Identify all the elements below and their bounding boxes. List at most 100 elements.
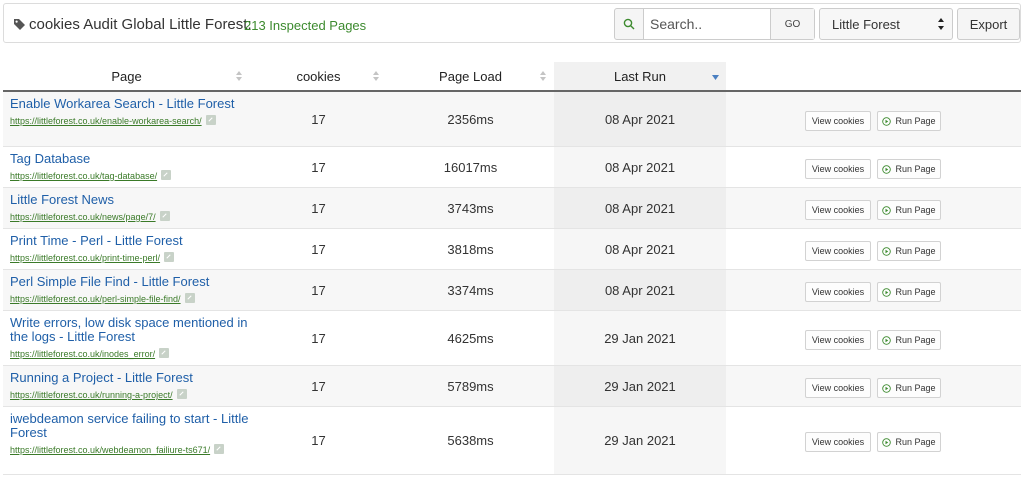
page-url-link[interactable]: https://littleforest.co.uk/enable-workar…	[10, 116, 202, 126]
page-title-link[interactable]: Tag Database	[10, 152, 250, 166]
page-title-link[interactable]: Running a Project - Little Forest	[10, 371, 250, 385]
view-cookies-button[interactable]: View cookies	[805, 330, 871, 350]
go-button[interactable]: GO	[771, 9, 814, 39]
view-cookies-button[interactable]: View cookies	[805, 378, 871, 398]
play-circle-icon	[882, 164, 892, 174]
column-header-page[interactable]: Page	[3, 62, 250, 90]
cell-cookies: 17	[311, 379, 326, 394]
column-header-cookies[interactable]: cookies	[250, 62, 387, 90]
cell-page: Write errors, low disk space mentioned i…	[10, 316, 250, 362]
tag-icon	[14, 19, 25, 30]
table-row: Tag Database https://littleforest.co.uk/…	[3, 147, 1021, 188]
cell-last-run: 08 Apr 2021	[604, 201, 676, 216]
play-circle-icon	[882, 205, 892, 215]
view-cookies-button[interactable]: View cookies	[805, 111, 871, 131]
cell-cookies: 17	[311, 201, 326, 216]
inspected-count: 213 Inspected Pages	[244, 18, 367, 33]
page-url-link[interactable]: https://littleforest.co.uk/webdeamon_fai…	[10, 445, 210, 455]
page-url-link[interactable]: https://littleforest.co.uk/perl-simple-f…	[10, 294, 181, 304]
table-body: Enable Workarea Search - Little Forest h…	[3, 92, 1021, 475]
play-circle-icon	[882, 335, 892, 345]
column-header-label: Last Run	[613, 68, 667, 84]
view-cookies-button[interactable]: View cookies	[805, 282, 871, 302]
page-url-link[interactable]: https://littleforest.co.uk/print-time-pe…	[10, 253, 160, 263]
cell-page: Perl Simple File Find - Little Forest ht…	[10, 275, 250, 307]
view-cookies-label: View cookies	[811, 246, 865, 256]
cell-last-run: 29 Jan 2021	[604, 379, 676, 394]
search-group: GO	[614, 8, 815, 40]
external-link-icon[interactable]	[176, 389, 187, 399]
page-url-link[interactable]: https://littleforest.co.uk/running-a-pro…	[10, 390, 173, 400]
run-page-button[interactable]: Run Page	[877, 159, 941, 179]
cell-cookies: 17	[311, 433, 326, 448]
cell-page-load: 5789ms	[447, 379, 494, 394]
view-cookies-label: View cookies	[811, 164, 865, 174]
cell-page: Tag Database https://littleforest.co.uk/…	[10, 152, 250, 184]
view-cookies-label: View cookies	[811, 335, 865, 345]
view-cookies-label: View cookies	[811, 205, 865, 215]
site-select[interactable]: Little Forest	[819, 8, 953, 40]
external-link-icon[interactable]	[159, 211, 170, 221]
report-header: cookies Audit Global Little Forest: 213 …	[3, 3, 1021, 43]
sort-icon	[236, 71, 242, 81]
cell-page: Print Time - Perl - Little Forest https:…	[10, 234, 250, 266]
page-title-link[interactable]: Print Time - Perl - Little Forest	[10, 234, 250, 248]
pages-table: Page cookies Page Load Last Run Enable W…	[3, 62, 1021, 475]
column-header-last-run[interactable]: Last Run	[554, 62, 726, 90]
search-input[interactable]	[643, 9, 771, 39]
table-header: Page cookies Page Load Last Run	[3, 62, 1021, 92]
cell-last-run: 08 Apr 2021	[604, 160, 676, 175]
cell-page-load: 3374ms	[447, 283, 494, 298]
cell-cookies: 17	[311, 331, 326, 346]
run-page-button[interactable]: Run Page	[877, 241, 941, 261]
external-link-icon[interactable]	[205, 115, 216, 125]
table-row: Print Time - Perl - Little Forest https:…	[3, 229, 1021, 270]
select-arrows-icon	[938, 18, 944, 30]
page-title-link[interactable]: Write errors, low disk space mentioned i…	[10, 316, 250, 344]
view-cookies-button[interactable]: View cookies	[805, 159, 871, 179]
cell-cookies: 17	[311, 242, 326, 257]
page-title-link[interactable]: Perl Simple File Find - Little Forest	[10, 275, 250, 289]
run-page-button[interactable]: Run Page	[877, 200, 941, 220]
run-page-label: Run Page	[895, 246, 936, 256]
site-select-value: Little Forest	[832, 17, 900, 32]
run-page-button[interactable]: Run Page	[877, 282, 941, 302]
cell-cookies: 17	[311, 112, 326, 127]
external-link-icon[interactable]	[164, 252, 175, 262]
cell-page-load: 16017ms	[443, 160, 498, 175]
run-page-label: Run Page	[895, 287, 936, 297]
export-button[interactable]: Export	[957, 8, 1020, 40]
view-cookies-button[interactable]: View cookies	[805, 432, 871, 452]
view-cookies-label: View cookies	[811, 116, 865, 126]
column-header-page-load[interactable]: Page Load	[387, 62, 554, 90]
sort-icon	[540, 71, 546, 81]
cell-page: Enable Workarea Search - Little Forest h…	[10, 97, 250, 129]
run-page-button[interactable]: Run Page	[877, 111, 941, 131]
search-icon[interactable]	[615, 9, 643, 39]
page-url-link[interactable]: https://littleforest.co.uk/news/page/7/	[10, 212, 156, 222]
cell-page: Little Forest News https://littleforest.…	[10, 193, 250, 225]
table-row: iwebdeamon service failing to start - Li…	[3, 407, 1021, 475]
page-url-link[interactable]: https://littleforest.co.uk/tag-database/	[10, 171, 157, 181]
external-link-icon[interactable]	[161, 170, 172, 180]
view-cookies-button[interactable]: View cookies	[805, 241, 871, 261]
page-url-link[interactable]: https://littleforest.co.uk/inodes_error/	[10, 349, 155, 359]
page-title-link[interactable]: Little Forest News	[10, 193, 250, 207]
play-circle-icon	[882, 116, 892, 126]
table-row: Running a Project - Little Forest https:…	[3, 366, 1021, 407]
run-page-button[interactable]: Run Page	[877, 432, 941, 452]
run-page-button[interactable]: Run Page	[877, 330, 941, 350]
run-page-label: Run Page	[895, 116, 936, 126]
view-cookies-button[interactable]: View cookies	[805, 200, 871, 220]
view-cookies-label: View cookies	[811, 437, 865, 447]
external-link-icon[interactable]	[184, 293, 195, 303]
run-page-label: Run Page	[895, 164, 936, 174]
page-title-link[interactable]: Enable Workarea Search - Little Forest	[10, 97, 250, 111]
run-page-label: Run Page	[895, 205, 936, 215]
view-cookies-label: View cookies	[811, 383, 865, 393]
external-link-icon[interactable]	[214, 444, 225, 454]
external-link-icon[interactable]	[159, 348, 170, 358]
page-title-link[interactable]: iwebdeamon service failing to start - Li…	[10, 412, 250, 440]
cell-page-load: 3818ms	[447, 242, 494, 257]
run-page-button[interactable]: Run Page	[877, 378, 941, 398]
